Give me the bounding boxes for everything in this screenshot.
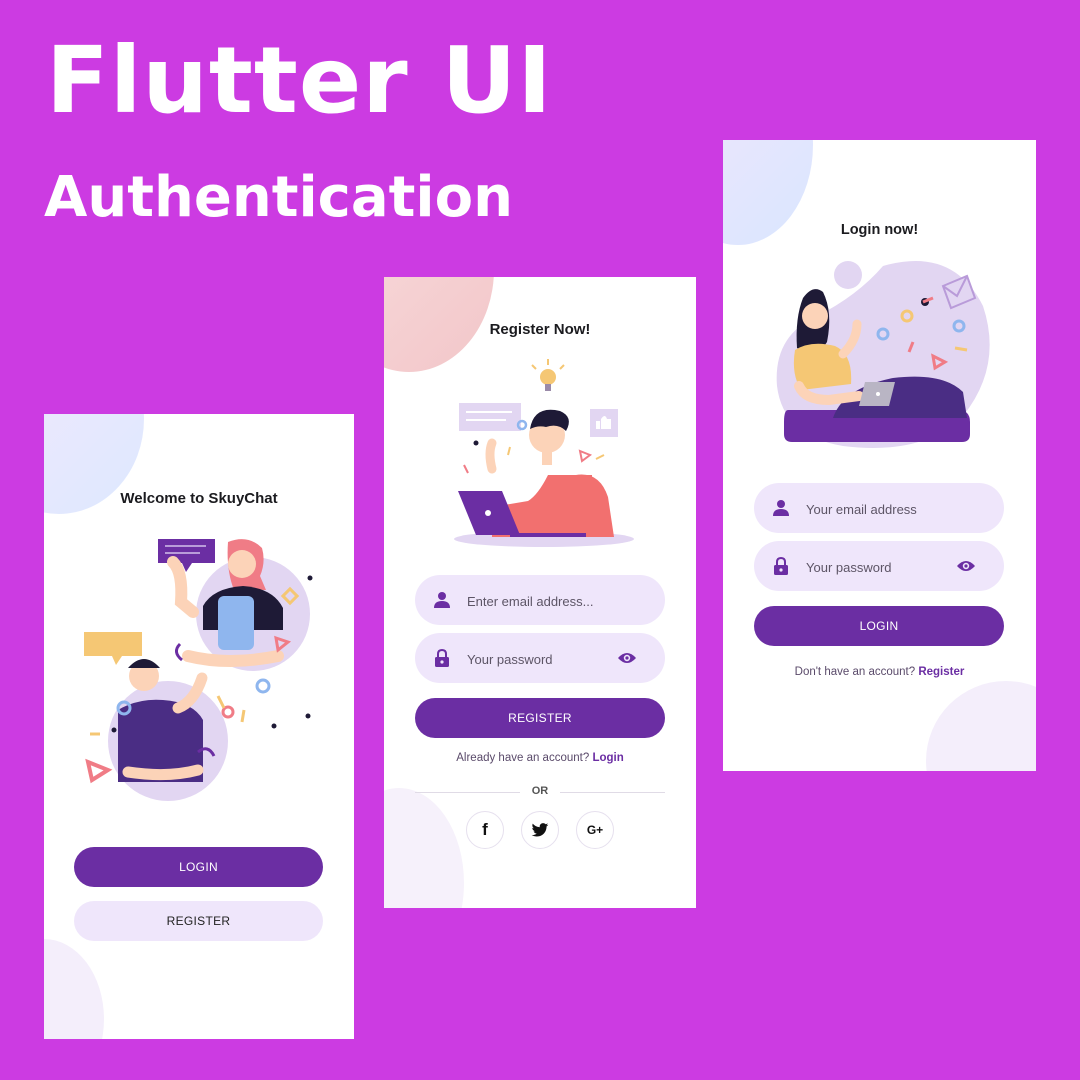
register-submit-button[interactable]: REGISTER bbox=[415, 698, 665, 738]
register-link[interactable]: Register bbox=[918, 666, 964, 678]
or-divider-text: OR bbox=[531, 785, 549, 797]
register-button[interactable]: REGISTER bbox=[74, 901, 323, 941]
no-account-text: Don't have an account? bbox=[794, 666, 916, 678]
person-icon bbox=[773, 500, 789, 516]
eye-icon[interactable] bbox=[617, 649, 637, 667]
email-input[interactable] bbox=[804, 483, 978, 535]
or-divider-right bbox=[560, 792, 665, 793]
login-button-label: LOGIN bbox=[179, 860, 218, 874]
welcome-screen: Welcome to SkuyChat LOGIN REGISTER bbox=[44, 414, 354, 1039]
already-account-line: Already have an account? Login bbox=[384, 752, 696, 764]
facebook-icon: f bbox=[482, 820, 488, 839]
email-field[interactable] bbox=[754, 483, 1004, 535]
login-link[interactable]: Login bbox=[592, 752, 623, 764]
already-account-text: Already have an account? bbox=[456, 752, 590, 764]
or-divider-left bbox=[415, 792, 520, 793]
corner-blob bbox=[44, 939, 104, 1039]
developer-illustration bbox=[454, 359, 634, 547]
login-screen: Login now! Your email address LOGIN Don'… bbox=[723, 140, 1036, 771]
login-submit-button[interactable]: LOGIN bbox=[754, 606, 1004, 646]
corner-blob bbox=[384, 788, 464, 908]
email-input[interactable] bbox=[465, 575, 639, 627]
subheadline: Authentication bbox=[44, 165, 513, 230]
register-title: Register Now! bbox=[489, 321, 591, 338]
person-icon bbox=[434, 592, 450, 608]
password-field[interactable] bbox=[415, 633, 665, 685]
password-input[interactable] bbox=[465, 633, 639, 685]
password-field[interactable] bbox=[754, 541, 1004, 593]
facebook-button[interactable]: f bbox=[466, 811, 504, 849]
welcome-title: Welcome to SkuyChat bbox=[120, 490, 278, 507]
eye-icon[interactable] bbox=[956, 557, 976, 575]
register-submit-label: REGISTER bbox=[508, 711, 572, 725]
corner-blob bbox=[926, 681, 1036, 771]
login-button[interactable]: LOGIN bbox=[74, 847, 323, 887]
google-plus-icon: G+ bbox=[586, 823, 604, 837]
google-plus-button[interactable]: G+ bbox=[576, 811, 614, 849]
login-submit-label: LOGIN bbox=[859, 619, 899, 633]
lock-icon bbox=[435, 649, 449, 667]
friends-illustration bbox=[84, 539, 313, 801]
twitter-button[interactable] bbox=[521, 811, 559, 849]
no-account-line: Don't have an account? Register bbox=[723, 666, 1036, 678]
woman-laptop-illustration bbox=[776, 261, 990, 448]
register-button-label: REGISTER bbox=[166, 914, 231, 928]
register-screen: Register Now! Enter email address... REG… bbox=[384, 277, 696, 908]
headline: Flutter UI bbox=[46, 27, 553, 134]
email-field[interactable] bbox=[415, 575, 665, 627]
login-title: Login now! bbox=[840, 222, 919, 238]
twitter-icon bbox=[531, 822, 549, 836]
password-input[interactable] bbox=[804, 541, 978, 593]
lock-icon bbox=[774, 557, 788, 575]
